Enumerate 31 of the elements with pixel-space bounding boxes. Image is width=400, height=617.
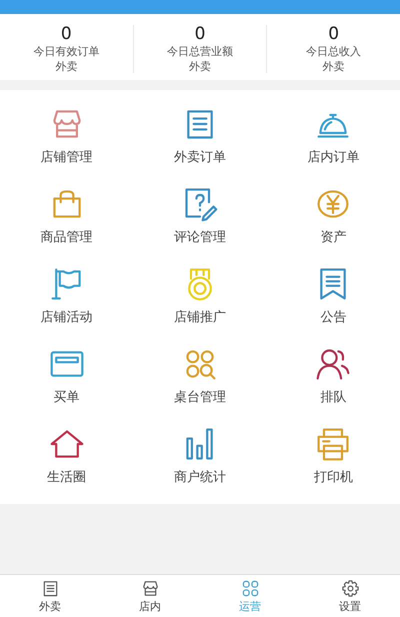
menu-item[interactable]: 店内订单 xyxy=(266,96,400,176)
menu-item[interactable]: 评论管理 xyxy=(133,176,267,256)
menu-item[interactable]: 店铺推广 xyxy=(133,256,267,336)
menu-item[interactable]: 桌台管理 xyxy=(133,336,267,416)
printer-icon xyxy=(315,426,352,462)
stat-sublabel: 外卖 xyxy=(55,59,78,74)
menu-item[interactable]: 商户统计 xyxy=(133,416,267,496)
stat-label: 今日有效订单 xyxy=(33,44,100,59)
stat-value: 0 xyxy=(60,24,72,44)
settings-icon xyxy=(340,578,360,598)
menu-item[interactable]: 公告 xyxy=(266,256,400,336)
stat-label: 今日总收入 xyxy=(306,44,362,59)
menu-item[interactable]: 店铺管理 xyxy=(0,96,134,176)
stat-sublabel: 外卖 xyxy=(189,59,211,74)
tab[interactable]: 店内 xyxy=(100,575,200,617)
menu-item[interactable]: 排队 xyxy=(266,336,400,416)
stat-value: 0 xyxy=(194,24,206,44)
stat-value: 0 xyxy=(328,24,340,44)
storefront-icon xyxy=(140,578,160,598)
menu-item[interactable]: 商品管理 xyxy=(0,176,134,256)
stat-sublabel: 外卖 xyxy=(322,59,345,74)
tab[interactable]: 外卖 xyxy=(0,575,100,617)
grid-icon xyxy=(240,578,260,598)
stat-label: 今日总营业额 xyxy=(167,44,233,59)
menu-item[interactable]: 生活圈 xyxy=(0,416,134,496)
menu-item[interactable]: 店铺活动 xyxy=(0,256,134,336)
menu-item[interactable]: 资产 xyxy=(266,176,400,256)
menu-item[interactable]: 买单 xyxy=(0,336,134,416)
menu-item[interactable]: 外卖订单 xyxy=(133,96,267,176)
menu-item[interactable]: 打印机 xyxy=(266,416,400,496)
tab[interactable]: 设置 xyxy=(300,575,400,617)
